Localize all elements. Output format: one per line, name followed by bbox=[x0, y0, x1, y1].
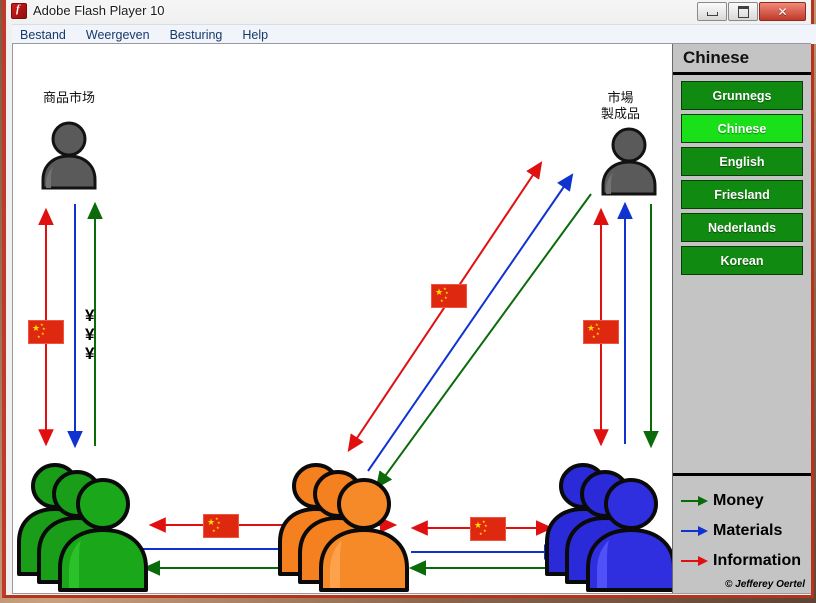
minimize-icon bbox=[706, 11, 718, 16]
person-group-orange-icon bbox=[278, 456, 414, 592]
language-button-nederlands[interactable]: Nederlands bbox=[681, 213, 803, 242]
title-bar: Adobe Flash Player 10 ✕ bbox=[6, 0, 811, 21]
legend-arrow-red-icon bbox=[681, 556, 708, 566]
china-flag: ★ ★ ★ ★ ★ bbox=[431, 284, 467, 308]
person-group-blue-icon bbox=[545, 456, 672, 592]
language-button-english[interactable]: English bbox=[681, 147, 803, 176]
legend-label-materials: Materials bbox=[713, 522, 783, 539]
language-button-list: Grunnegs Chinese English Friesland Neder… bbox=[673, 75, 811, 275]
node-label-finished-goods-market: 市場 製成品 bbox=[601, 91, 641, 122]
currency-symbols-money: ¥ ¥ ¥ bbox=[85, 306, 94, 363]
close-icon: ✕ bbox=[777, 4, 788, 19]
copyright-notice: © Jefferey Oertel bbox=[724, 579, 805, 590]
single-person-gray-icon bbox=[593, 124, 665, 196]
legend-item-money: Money bbox=[679, 486, 811, 516]
single-person-gray-icon bbox=[33, 118, 105, 190]
maximize-icon bbox=[737, 5, 749, 18]
china-flag: ★ ★ ★ ★ ★ bbox=[28, 320, 64, 344]
language-button-grunnegs[interactable]: Grunnegs bbox=[681, 81, 803, 110]
currency-symbol: ¥ bbox=[85, 306, 95, 325]
legend-label-information: Information bbox=[713, 552, 801, 569]
china-flag: ★ ★ ★ ★ ★ bbox=[470, 517, 506, 541]
legend-arrow-blue-icon bbox=[681, 526, 708, 536]
maximize-button[interactable] bbox=[728, 2, 758, 21]
arrow-materials-diagonal bbox=[367, 173, 574, 472]
minimize-button[interactable] bbox=[697, 2, 727, 21]
flash-stage: ¥ ¥ ¥ ★ ★ ★ ★ ★ ★ ★ ★ ★ ★ ★ ★ ★ ★ ★ ★ ★ … bbox=[12, 43, 811, 594]
flash-player-window: Adobe Flash Player 10 ✕ Bestand Weergeve… bbox=[2, 0, 816, 598]
language-button-friesland[interactable]: Friesland bbox=[681, 180, 803, 209]
menu-item-weergeven[interactable]: Weergeven bbox=[86, 28, 150, 42]
legend-item-information: Information bbox=[679, 546, 811, 576]
window-controls: ✕ bbox=[697, 2, 806, 21]
window-title: Adobe Flash Player 10 bbox=[33, 3, 165, 18]
china-flag: ★ ★ ★ ★ ★ bbox=[583, 320, 619, 344]
legend-arrow-green-icon bbox=[681, 496, 708, 506]
supply-chain-diagram: ¥ ¥ ¥ ★ ★ ★ ★ ★ ★ ★ ★ ★ ★ ★ ★ ★ ★ ★ ★ ★ … bbox=[13, 44, 673, 593]
selected-language-title: Chinese bbox=[673, 44, 811, 75]
currency-symbol: ¥ bbox=[85, 344, 95, 363]
flash-icon bbox=[11, 2, 27, 19]
language-panel: Chinese Grunnegs Chinese English Friesla… bbox=[673, 44, 811, 593]
desktop-background: Adobe Flash Player 10 ✕ Bestand Weergeve… bbox=[0, 0, 816, 603]
language-button-chinese[interactable]: Chinese bbox=[681, 114, 803, 143]
node-label-commodity-market: 商品市场 bbox=[43, 91, 96, 106]
china-flag: ★ ★ ★ ★ ★ bbox=[203, 514, 239, 538]
arrow-money-diagonal bbox=[375, 193, 592, 489]
menu-item-besturing[interactable]: Besturing bbox=[170, 28, 223, 42]
menu-item-bestand[interactable]: Bestand bbox=[20, 28, 66, 42]
person-group-green-icon bbox=[17, 456, 153, 592]
legend: Money Materials Information © Jefferey O… bbox=[673, 473, 811, 593]
legend-item-materials: Materials bbox=[679, 516, 811, 546]
menu-item-help[interactable]: Help bbox=[242, 28, 268, 42]
close-button[interactable]: ✕ bbox=[759, 2, 806, 21]
menu-bar: Bestand Weergeven Besturing Help bbox=[12, 24, 816, 44]
legend-label-money: Money bbox=[713, 492, 764, 509]
currency-symbol: ¥ bbox=[85, 325, 95, 344]
language-button-korean[interactable]: Korean bbox=[681, 246, 803, 275]
